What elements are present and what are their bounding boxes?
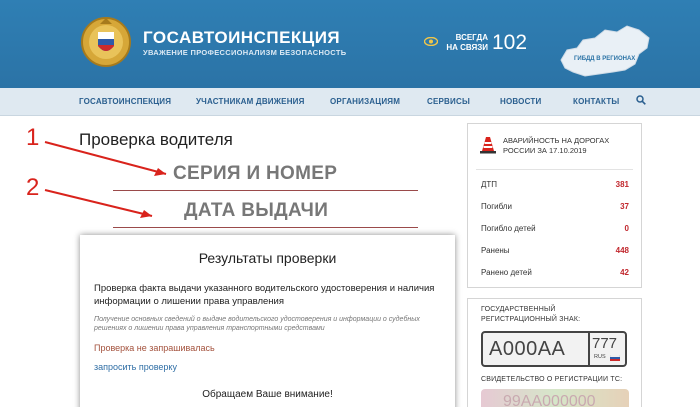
nav-item-services[interactable]: СЕРВИСЫ [427, 97, 470, 106]
nav-item-organizations[interactable]: ОРГАНИЗАЦИЯМ [330, 97, 400, 106]
check-status: Проверка не запрашивалась [94, 343, 215, 353]
stat-label-killed: Погибли [481, 202, 512, 211]
main-nav: ГОСАВТОИНСПЕКЦИЯ УЧАСТНИКАМ ДВИЖЕНИЯ ОРГ… [0, 88, 700, 116]
stat-value-injured: 448 [615, 246, 629, 255]
stat-label-children-killed: Погибло детей [481, 224, 536, 233]
stats-divider [476, 169, 633, 170]
stat-value-children-killed: 0 [624, 224, 629, 233]
attention-notice: Обращаем Ваше внимание! [202, 389, 333, 400]
stat-label-injured: Ранены [481, 246, 510, 255]
series-number-underline [113, 190, 418, 191]
registration-check-panel: ГОСУДАРСТВЕННЫЙ РЕГИСТРАЦИОННЫЙ ЗНАК: А0… [467, 298, 642, 407]
request-check-link[interactable]: запросить проверку [94, 362, 177, 372]
always-line-1: ВСЕГДА [455, 33, 488, 42]
always-available-label: ВСЕГДА НА СВЯЗИ [446, 33, 488, 53]
stat-value-killed: 37 [620, 202, 629, 211]
nav-item-contacts[interactable]: КОНТАКТЫ [573, 97, 619, 106]
issue-date-field-label: ДАТА ВЫДАЧИ [184, 200, 329, 221]
license-plate-link[interactable]: А000АА 777 RUS [481, 331, 627, 367]
results-note: Получение основных сведений о выдаче вод… [94, 316, 420, 332]
plate-number: А000АА [489, 338, 566, 360]
results-description: Проверка факта выдачи указанного водител… [94, 283, 435, 307]
emergency-phone: 102 [492, 31, 528, 54]
stat-label-children-injured: Ранено детей [481, 268, 532, 277]
stat-value-children-injured: 42 [620, 268, 629, 277]
cert-heading: СВИДЕТЕЛЬСТВО О РЕГИСТРАЦИИ ТС: [481, 376, 623, 383]
registration-certificate-link[interactable]: 99АА000000 [481, 389, 629, 407]
accident-stats-panel: АВАРИЙНОСТЬ НА ДОРОГАХ РОССИИ ЗА 17.10.2… [467, 123, 642, 288]
annotation-marker-2: 2 [26, 174, 40, 201]
gibdd-emblem-icon[interactable] [80, 14, 132, 72]
nav-item-participants[interactable]: УЧАСТНИКАМ ДВИЖЕНИЯ [196, 97, 305, 106]
results-title: Результаты проверки [198, 250, 337, 266]
stat-value-dtp: 381 [615, 180, 629, 189]
site-header: ГОСАВТОИНСПЕКЦИЯ УВАЖЕНИЕ ПРОФЕССИОНАЛИЗ… [0, 0, 700, 88]
plate-region-number: 777 [592, 335, 618, 352]
brand-title[interactable]: ГОСАВТОИНСПЕКЦИЯ [143, 28, 340, 48]
accident-stats-heading: АВАРИЙНОСТЬ НА ДОРОГАХ РОССИИ ЗА 17.10.2… [503, 136, 610, 155]
plate-rus-label: RUS [594, 354, 606, 360]
brand-subtitle: УВАЖЕНИЕ ПРОФЕССИОНАЛИЗМ БЕЗОПАСНОСТЬ [143, 48, 347, 57]
cert-number: 99АА000000 [503, 393, 596, 407]
always-line-2: НА СВЯЗИ [446, 43, 488, 52]
nav-item-gosavtoinspektsiya[interactable]: ГОСАВТОИНСПЕКЦИЯ [79, 97, 171, 106]
series-number-field-label: СЕРИЯ И НОМЕР [173, 163, 338, 184]
traffic-cone-icon [480, 137, 496, 154]
search-icon[interactable] [636, 95, 646, 105]
russia-flag-icon [610, 355, 620, 361]
plate-region-block: 777 RUS [588, 333, 625, 365]
annotation-marker-1: 1 [26, 124, 40, 151]
eye-icon[interactable] [424, 37, 438, 46]
plate-heading: ГОСУДАРСТВЕННЫЙ РЕГИСТРАЦИОННЫЙ ЗНАК: [481, 306, 581, 323]
stat-label-dtp: ДТП [481, 180, 498, 189]
annotation-arrows [44, 141, 167, 218]
russia-map-icon[interactable] [555, 20, 655, 78]
nav-item-news[interactable]: НОВОСТИ [500, 97, 541, 106]
results-card: Результаты проверки Проверка факта выдач… [80, 235, 455, 407]
regions-label[interactable]: ГИБДД В РЕГИОНАХ [574, 56, 635, 62]
issue-date-underline [113, 227, 418, 228]
